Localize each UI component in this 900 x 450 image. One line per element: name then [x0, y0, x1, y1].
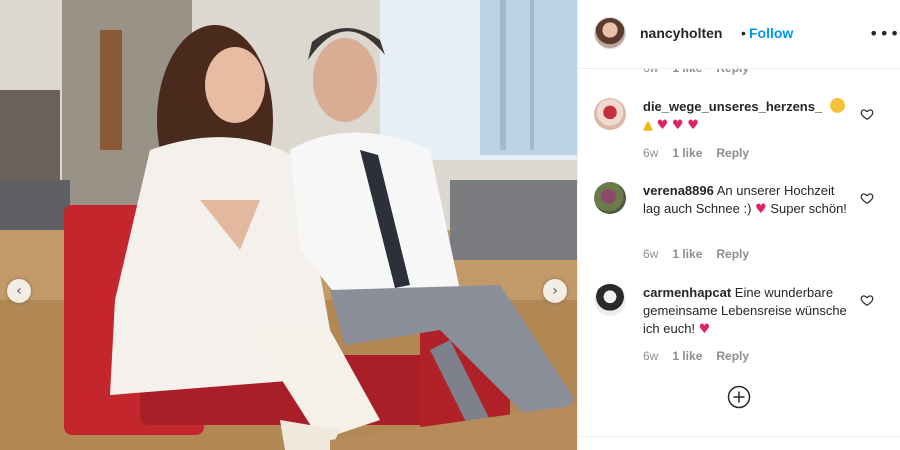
- reply-button[interactable]: Reply: [716, 146, 749, 160]
- comment-likes[interactable]: 1 like: [672, 349, 702, 363]
- next-photo-button[interactable]: ›: [543, 279, 567, 303]
- thumbs-up-icon: ▲: [643, 118, 653, 133]
- couple-photo-illustration: [0, 0, 577, 450]
- comment-meta: 6w 1 like Reply: [643, 349, 763, 363]
- red-heart-icon: ♥: [698, 322, 711, 337]
- actions-bar-edge: [578, 436, 900, 450]
- smiling-face-icon: [829, 98, 845, 113]
- commenter-username[interactable]: verena8896: [643, 183, 714, 198]
- commenter-avatar[interactable]: [594, 182, 626, 214]
- like-comment-heart-icon[interactable]: [860, 191, 874, 205]
- previous-photo-button[interactable]: ‹: [7, 279, 31, 303]
- red-heart-icon: ♥: [671, 118, 684, 133]
- comment-age: 6w: [643, 247, 659, 261]
- header-separator: •: [741, 25, 746, 41]
- comment-meta: 6w 1 like Reply: [643, 146, 763, 160]
- commenter-username[interactable]: die_wege_unseres_herzens_: [643, 99, 822, 114]
- author-avatar[interactable]: [594, 17, 626, 49]
- author-username[interactable]: nancyholten: [640, 25, 722, 41]
- more-options-icon[interactable]: •••: [869, 24, 900, 43]
- comment-meta: 6w 1 like Reply: [643, 247, 763, 261]
- red-heart-icon: ♥: [755, 202, 767, 217]
- reply-button[interactable]: Reply: [716, 247, 749, 261]
- chevron-left-icon: ‹: [16, 283, 22, 299]
- red-heart-icon: ♥: [687, 118, 699, 133]
- comment-likes[interactable]: 1 like: [672, 247, 702, 261]
- comment-text: verena8896 An unserer Hochzeit lag auch …: [643, 182, 855, 219]
- like-comment-heart-icon[interactable]: [860, 107, 874, 121]
- chevron-right-icon: ›: [552, 283, 558, 299]
- comment-body-continued: Super schön!: [770, 201, 847, 216]
- follow-button[interactable]: Follow: [749, 25, 793, 41]
- reply-button[interactable]: Reply: [716, 349, 749, 363]
- red-heart-icon: ♥: [656, 118, 669, 133]
- commenter-avatar[interactable]: [594, 284, 626, 316]
- commenter-avatar[interactable]: [594, 98, 626, 130]
- post-header: nancyholten • Follow •••: [578, 0, 900, 69]
- comment-likes[interactable]: 1 like: [672, 146, 702, 160]
- comments-panel: nancyholten • Follow ••• 6w 1 like Reply d…: [577, 0, 900, 450]
- comment-text: carmenhapcat Eine wunderbare gemeinsame …: [643, 284, 855, 339]
- post-photo: ‹ ›: [0, 0, 577, 450]
- like-comment-heart-icon[interactable]: [860, 293, 874, 307]
- comment-age: 6w: [643, 349, 659, 363]
- load-more-comments-icon[interactable]: [727, 385, 751, 409]
- comment-age: 6w: [643, 146, 659, 160]
- comment-text: die_wege_unseres_herzens_ ▲ ♥ ♥ ♥: [643, 98, 855, 135]
- commenter-username[interactable]: carmenhapcat: [643, 285, 731, 300]
